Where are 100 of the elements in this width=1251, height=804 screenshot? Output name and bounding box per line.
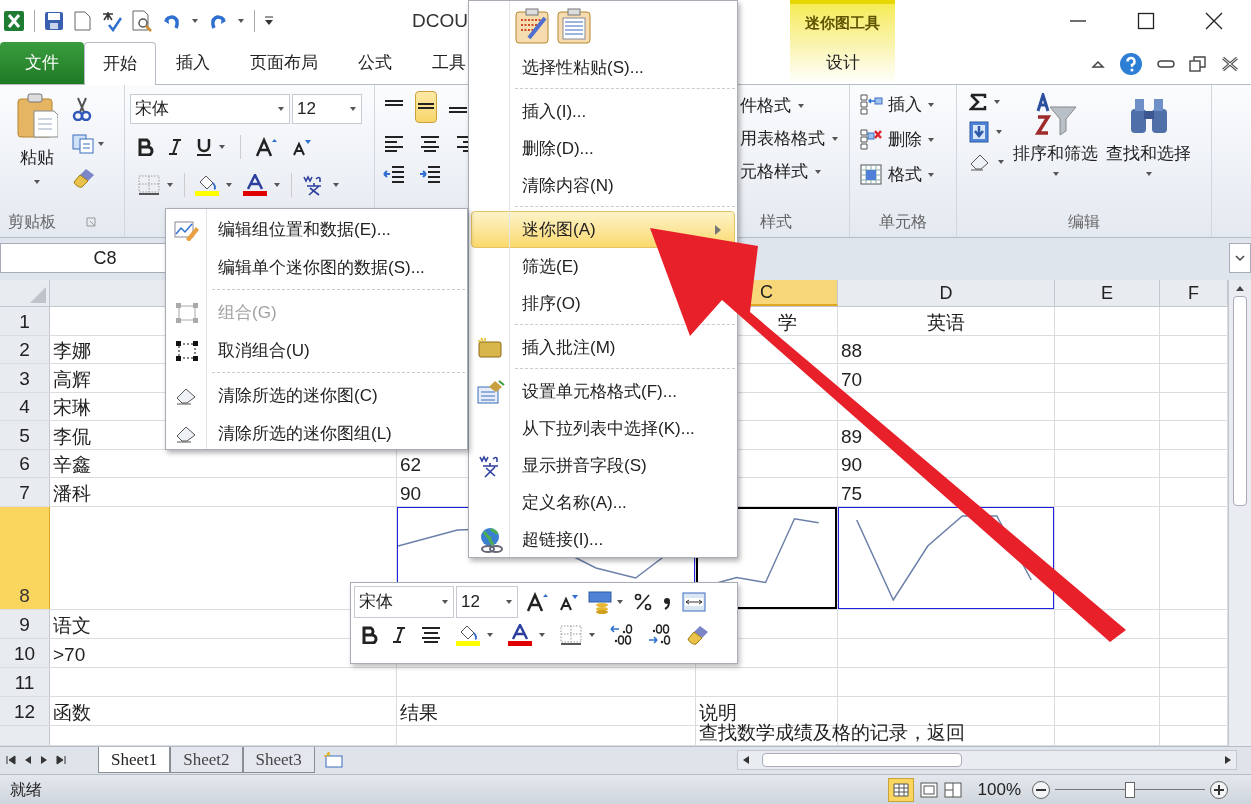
maximize-icon[interactable] xyxy=(1137,12,1155,30)
autosum-icon[interactable] xyxy=(969,93,987,111)
caret-icon[interactable] xyxy=(997,159,1005,165)
menu-item[interactable]: 设置单元格格式(F)... xyxy=(522,378,677,405)
spelling-check-icon[interactable] xyxy=(100,10,122,32)
cells-menu-button[interactable]: 插入 xyxy=(860,91,956,118)
font-color-icon[interactable] xyxy=(243,174,267,196)
caret-icon[interactable] xyxy=(486,632,494,638)
ribbon-tab[interactable]: 页面布局 xyxy=(230,42,338,84)
cells-menu-button[interactable]: 删除 xyxy=(860,126,956,153)
new-document-icon[interactable] xyxy=(73,11,91,31)
eraser-icon[interactable] xyxy=(969,153,991,171)
italic-icon[interactable] xyxy=(392,626,406,644)
close-icon[interactable] xyxy=(1221,56,1239,72)
row-header[interactable]: 3 xyxy=(0,364,50,392)
file-tab[interactable]: 文件 xyxy=(0,42,84,84)
fill-color-icon[interactable] xyxy=(195,174,219,196)
undo-icon[interactable] xyxy=(162,12,182,30)
page-layout-icon[interactable] xyxy=(919,781,938,798)
caret-icon[interactable] xyxy=(538,632,546,638)
sort-filter-button[interactable]: 排序和筛选 xyxy=(1013,93,1098,207)
row-header[interactable]: 11 xyxy=(0,667,50,696)
next-sheet-icon[interactable] xyxy=(40,755,48,765)
menu-item[interactable]: 定义名称(A)... xyxy=(522,489,627,516)
spreadsheet-icon[interactable] xyxy=(3,10,25,32)
column-header[interactable]: D xyxy=(838,280,1055,306)
page-break-icon[interactable] xyxy=(943,781,962,798)
sheet-tab[interactable]: Sheet2 xyxy=(170,747,243,773)
paste-formatting-icon[interactable] xyxy=(515,8,549,44)
menu-item[interactable]: 清除所选的迷你图组(L) xyxy=(168,415,465,453)
menu-item[interactable]: 删除(D)... xyxy=(522,135,594,162)
menu-item[interactable]: 超链接(I)... xyxy=(522,526,604,553)
customize-toolbar-icon[interactable] xyxy=(264,15,274,27)
row-header[interactable]: 8 xyxy=(0,506,50,609)
menu-item[interactable]: 清除所选的迷你图(C) xyxy=(168,377,465,415)
zoom-out-icon[interactable] xyxy=(1031,779,1051,800)
paste-button[interactable]: 粘贴 xyxy=(16,93,58,171)
zoom-in-icon[interactable] xyxy=(1209,779,1229,800)
expand-formula-bar-button[interactable] xyxy=(1229,243,1251,273)
style-menu-button[interactable]: 件格式 xyxy=(740,93,849,118)
menu-item[interactable]: 显示拼音字段(S) xyxy=(522,452,647,479)
caret-icon[interactable] xyxy=(993,99,1001,105)
font-color-icon[interactable] xyxy=(508,624,532,646)
zoom-level[interactable]: 100% xyxy=(977,776,1021,803)
underline-icon[interactable] xyxy=(196,137,212,157)
minimize-icon[interactable] xyxy=(1157,59,1175,69)
collapse-ribbon-icon[interactable] xyxy=(1091,59,1105,69)
row-header[interactable]: 9 xyxy=(0,609,50,638)
close-icon[interactable] xyxy=(1205,12,1223,30)
borders-icon[interactable] xyxy=(138,175,160,195)
decrease-decimal-icon[interactable] xyxy=(648,624,672,646)
normal-view-button[interactable] xyxy=(887,777,914,802)
cells-menu-button[interactable]: 格式 xyxy=(860,161,956,188)
bold-icon[interactable] xyxy=(362,626,378,644)
caret-icon[interactable] xyxy=(273,182,281,188)
sheet-tab[interactable]: Sheet3 xyxy=(242,747,315,773)
menu-item[interactable]: 筛选(E) xyxy=(522,253,579,280)
fill-down-icon[interactable] xyxy=(969,121,989,143)
caret-icon[interactable] xyxy=(616,599,624,605)
help-icon[interactable] xyxy=(1119,52,1143,76)
menu-item[interactable]: 取消组合(U) xyxy=(168,332,465,370)
font-name-field[interactable]: 宋体 xyxy=(354,586,454,618)
grow-font-icon[interactable] xyxy=(526,592,548,612)
style-menu-button[interactable]: 用表格格式 xyxy=(740,126,849,151)
grow-font-icon[interactable] xyxy=(255,137,277,157)
restore-icon[interactable] xyxy=(1189,55,1207,73)
print-preview-icon[interactable] xyxy=(131,10,153,32)
caret-icon[interactable] xyxy=(588,632,596,638)
ribbon-tab[interactable]: 开始 xyxy=(84,42,156,85)
find-select-button[interactable]: 查找和选择 xyxy=(1106,93,1191,207)
caret-icon[interactable] xyxy=(191,18,199,24)
vertical-scrollbar[interactable] xyxy=(1228,280,1251,746)
menu-item[interactable]: 选择性粘贴(S)... xyxy=(522,54,644,81)
row-header[interactable]: 12 xyxy=(0,696,50,725)
ribbon-tab[interactable]: 工具 xyxy=(412,42,486,84)
increase-indent-icon[interactable] xyxy=(419,165,441,185)
menu-item[interactable]: 清除内容(N) xyxy=(522,172,614,199)
ribbon-tab[interactable]: 设计 xyxy=(790,42,895,84)
redo-icon[interactable] xyxy=(208,12,228,30)
increase-decimal-icon[interactable] xyxy=(610,624,634,646)
caret-icon[interactable] xyxy=(97,141,105,147)
style-menu-button[interactable]: 元格样式 xyxy=(740,159,849,184)
italic-icon[interactable] xyxy=(168,138,182,156)
shrink-font-icon[interactable] xyxy=(291,138,311,156)
column-header[interactable]: E xyxy=(1055,280,1160,306)
horizontal-scrollbar[interactable] xyxy=(737,750,1237,770)
percent-icon[interactable] xyxy=(634,593,652,611)
caret-icon[interactable] xyxy=(33,178,41,185)
center-align-icon[interactable] xyxy=(420,626,442,644)
row-header[interactable]: 10 xyxy=(0,638,50,667)
row-header[interactable]: 1 xyxy=(0,307,50,335)
merge-center-icon[interactable] xyxy=(682,592,706,612)
format-painter-icon[interactable] xyxy=(686,624,710,646)
font-size-field[interactable]: 12 xyxy=(456,586,518,618)
ribbon-tab[interactable]: 插入 xyxy=(156,42,230,84)
shrink-font-icon[interactable] xyxy=(558,593,578,611)
previous-sheet-icon[interactable] xyxy=(24,755,32,765)
bold-icon[interactable] xyxy=(138,138,154,156)
sheet-tab[interactable]: Sheet1 xyxy=(98,747,171,773)
menu-item[interactable]: 插入(I)... xyxy=(522,98,587,125)
